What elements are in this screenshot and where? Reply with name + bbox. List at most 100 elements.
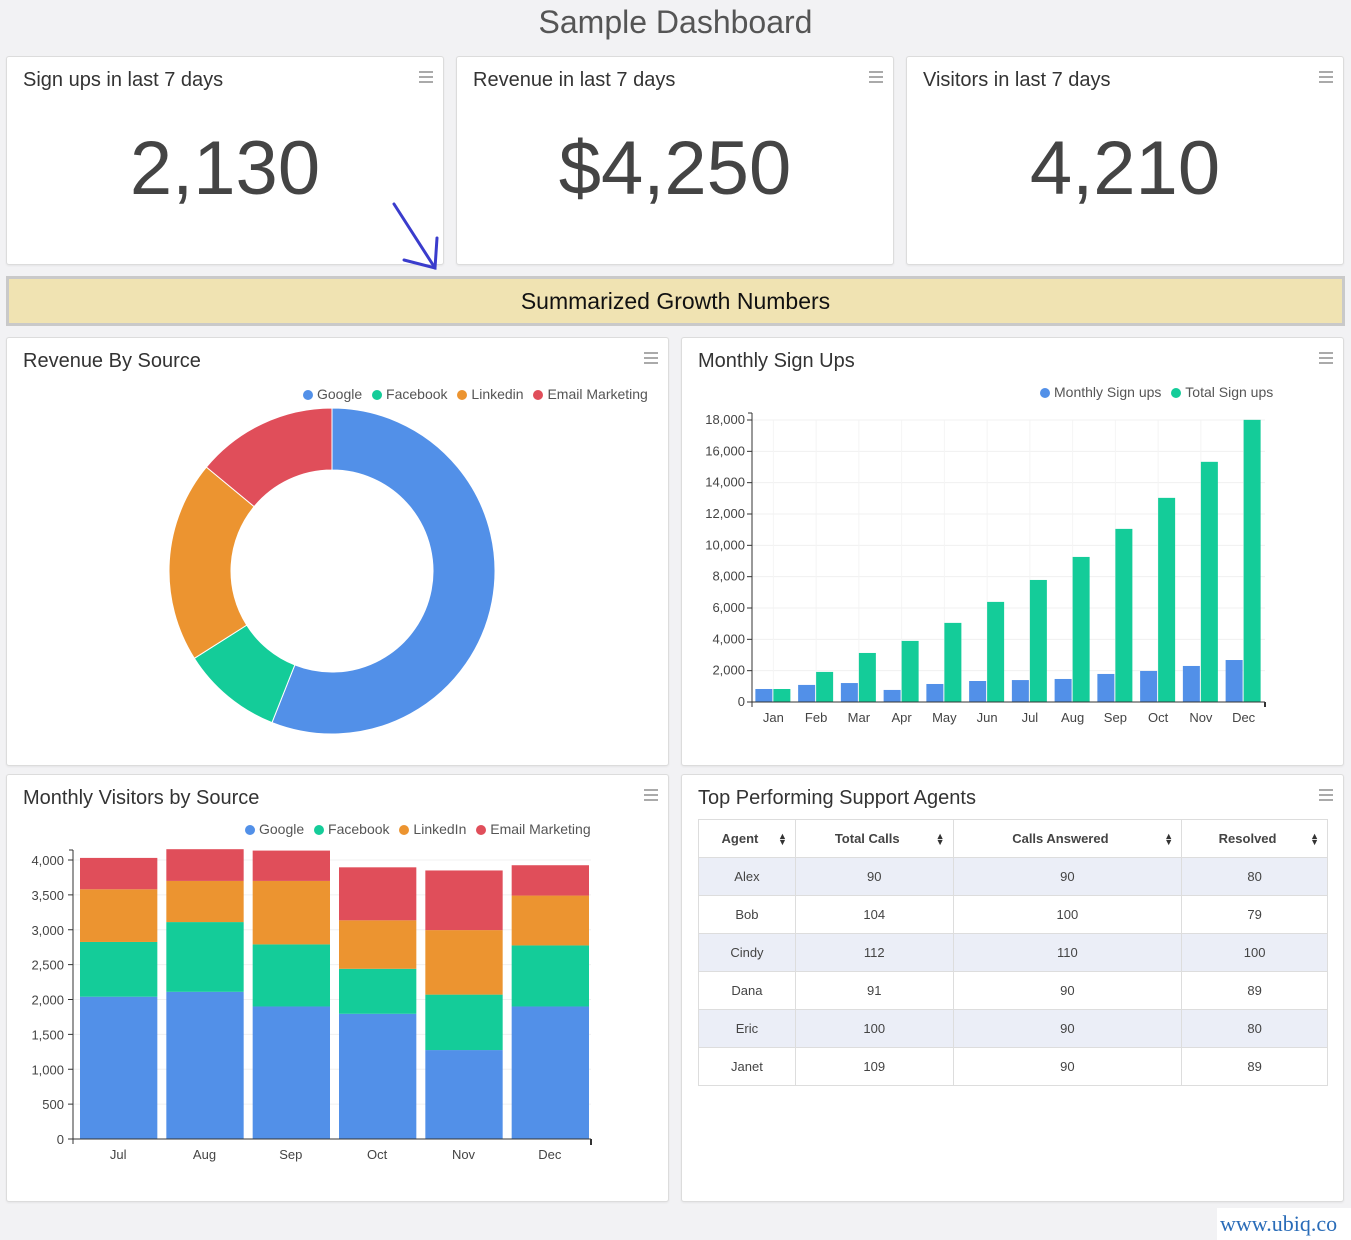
bar-monthly-sign-ups-jul	[1011, 680, 1029, 702]
bar-facebook-oct	[339, 968, 417, 1014]
y-tick-label: 10,000	[705, 537, 745, 552]
bar-linkedin-oct	[339, 920, 417, 969]
table-cell: Eric	[698, 1009, 796, 1048]
column-label: Total Calls	[834, 831, 900, 846]
menu-icon[interactable]	[869, 71, 883, 83]
y-tick-label: 500	[42, 1097, 64, 1112]
bar-total-sign-ups-oct	[1158, 497, 1176, 702]
y-tick-label: 18,000	[705, 412, 745, 427]
x-tick-label: Nov	[452, 1147, 476, 1162]
table-cell: Janet	[698, 1047, 796, 1086]
column-header-calls-answered[interactable]: Calls Answered ▲ ▼	[952, 819, 1183, 858]
table-cell: 100	[1181, 933, 1328, 972]
bar-total-sign-ups-mar	[858, 652, 876, 702]
y-tick-label: 0	[57, 1132, 64, 1147]
menu-icon[interactable]	[1319, 71, 1333, 83]
monthly-signups-card: Monthly Sign Ups Monthly Sign ups Total …	[681, 337, 1344, 766]
table-cell: 90	[952, 1009, 1183, 1048]
bar-monthly-sign-ups-oct	[1140, 670, 1158, 702]
monthly-visitors-card: Monthly Visitors by Source Google Facebo…	[6, 774, 669, 1202]
annotation-arrow-icon	[392, 202, 439, 270]
bar-total-sign-ups-jul	[1029, 579, 1047, 702]
bar-facebook-jul	[80, 941, 158, 997]
table-cell: 104	[794, 895, 954, 934]
bar-email-marketing-sep	[252, 850, 330, 881]
bar-email-marketing-jul	[80, 857, 158, 890]
kpi-value: 2,130	[129, 126, 321, 211]
bar-total-sign-ups-nov	[1200, 461, 1218, 702]
x-tick-label: Jan	[763, 710, 784, 725]
bar-total-sign-ups-jun	[987, 601, 1005, 702]
bar-email-marketing-aug	[166, 849, 244, 881]
bar-google-sep	[252, 1006, 330, 1139]
menu-icon[interactable]	[1319, 789, 1333, 801]
agents-table: Agent ▲ ▼ Total Calls ▲ ▼ Calls Answered ▲ ▼ R…	[698, 819, 1328, 1086]
x-tick-label: Mar	[848, 710, 871, 725]
kpi-value: $4,250	[558, 126, 792, 211]
x-tick-label: May	[932, 710, 957, 725]
sort-icon[interactable]: ▲ ▼	[1310, 832, 1319, 847]
column-label: Agent	[721, 831, 759, 846]
bar-email-marketing-nov	[425, 870, 503, 931]
bar-google-aug	[166, 991, 244, 1139]
table-row: Dana 91 90 89	[698, 971, 1328, 1010]
bar-google-oct	[339, 1013, 417, 1139]
column-label: Resolved	[1218, 831, 1277, 846]
support-agents-card: Top Performing Support Agents Agent ▲ ▼ To…	[681, 774, 1344, 1202]
table-header-row: Agent ▲ ▼ Total Calls ▲ ▼ Calls Answered ▲ ▼ R…	[698, 819, 1328, 858]
bar-email-marketing-oct	[339, 867, 417, 921]
summary-banner: Summarized Growth Numbers	[6, 276, 1345, 326]
bar-linkedin-jul	[80, 889, 158, 942]
x-tick-label: Jul	[1022, 710, 1039, 725]
column-header-agent[interactable]: Agent ▲ ▼	[698, 819, 796, 858]
table-cell: 90	[794, 857, 954, 896]
table-row: Alex 90 90 80	[698, 857, 1328, 896]
visitors-stacked-bar-chart: 0 500 1,000 1,500 2,000 2,500 3,000 3,500 4,000 J…	[31, 849, 592, 1162]
kpi-title: Sign ups in last 7 days	[23, 69, 224, 91]
table-row: Cindy 112 110 100	[698, 933, 1328, 972]
bar-google-dec	[511, 1006, 589, 1139]
bar-monthly-sign-ups-jan	[755, 688, 773, 702]
column-header-total-calls[interactable]: Total Calls ▲ ▼	[794, 819, 954, 858]
table-title: Top Performing Support Agents	[698, 787, 976, 809]
kpi-title: Visitors in last 7 days	[923, 69, 1111, 91]
column-header-resolved[interactable]: Resolved ▲ ▼	[1181, 819, 1328, 858]
y-tick-label: 2,000	[712, 663, 745, 678]
y-tick-label: 0	[738, 694, 745, 709]
y-tick-label: 16,000	[705, 443, 745, 458]
bar-monthly-sign-ups-may	[926, 683, 944, 702]
bar-email-marketing-dec	[511, 865, 589, 896]
table-cell: 79	[1181, 895, 1328, 934]
y-tick-label: 3,500	[31, 888, 64, 903]
sort-icon[interactable]: ▲ ▼	[936, 832, 945, 847]
bar-google-nov	[425, 1050, 503, 1139]
bar-linkedin-aug	[166, 880, 244, 923]
table-cell: Alex	[698, 857, 796, 896]
y-tick-label: 1,000	[31, 1062, 64, 1077]
x-tick-label: Jul	[110, 1147, 127, 1162]
kpi-card-visitors: Visitors in last 7 days 4,210	[906, 56, 1344, 265]
bar-monthly-sign-ups-mar	[840, 683, 858, 702]
x-tick-label: Jun	[977, 710, 998, 725]
y-tick-label: 6,000	[712, 600, 745, 615]
bar-monthly-sign-ups-aug	[1054, 678, 1072, 702]
sort-icon[interactable]: ▲ ▼	[778, 832, 787, 847]
bar-facebook-aug	[166, 922, 244, 992]
sort-icon[interactable]: ▲ ▼	[1164, 832, 1173, 847]
kpi-value: 4,210	[1029, 126, 1221, 211]
table-cell: Bob	[698, 895, 796, 934]
bar-linkedin-nov	[425, 930, 503, 995]
menu-icon[interactable]	[419, 71, 433, 83]
y-tick-label: 14,000	[705, 475, 745, 490]
table-cell: 100	[794, 1009, 954, 1048]
column-label: Calls Answered	[1012, 831, 1109, 846]
bar-linkedin-dec	[511, 895, 589, 946]
x-tick-label: Feb	[805, 710, 827, 725]
bar-total-sign-ups-apr	[901, 640, 919, 702]
bar-total-sign-ups-jan	[773, 688, 791, 702]
table-cell: 112	[794, 933, 954, 972]
table-cell: 91	[794, 971, 954, 1010]
y-tick-label: 4,000	[712, 631, 745, 646]
y-tick-label: 12,000	[705, 506, 745, 521]
table-row: Janet 109 90 89	[698, 1047, 1328, 1086]
